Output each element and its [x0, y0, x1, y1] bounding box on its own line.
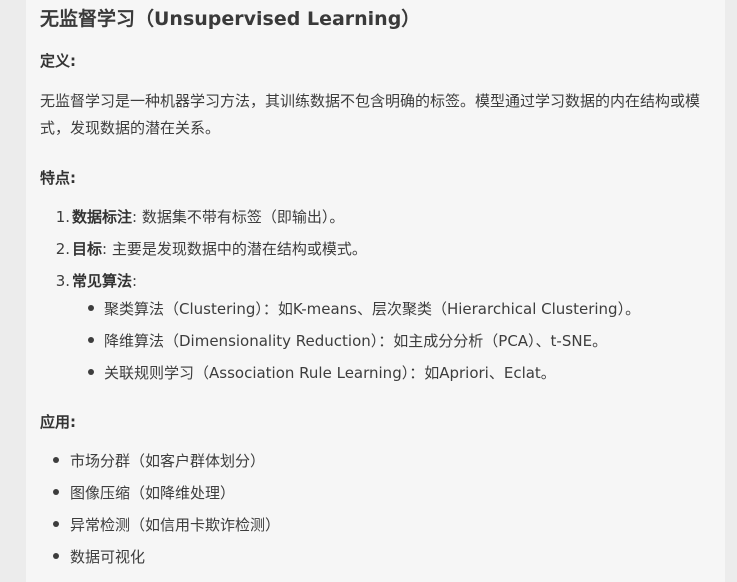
application-text: 市场分群（如客户群体划分） — [70, 452, 266, 470]
application-text: 图像压缩（如降维处理） — [70, 484, 236, 502]
application-item: 市场分群（如客户群体划分） — [53, 450, 265, 471]
algorithm-item-dimensionality-reduction: 降维算法（Dimensionality Reduction）：如主成分分析（PC… — [88, 330, 607, 351]
list-number: 2. — [55, 240, 70, 258]
feature-term: 常见算法 — [72, 272, 133, 290]
feature-text: : 数据集不带有标签（即输出）。 — [132, 208, 345, 226]
algorithm-item-clustering: 聚类算法（Clustering）：如K-means、层次聚类（Hierarchi… — [88, 298, 640, 319]
application-item: 异常检测（如信用卡欺诈检测） — [53, 514, 280, 535]
list-number: 3. — [55, 272, 70, 290]
algorithm-text: 聚类算法（Clustering）：如K-means、层次聚类（Hierarchi… — [104, 300, 641, 318]
bullet-dot — [88, 368, 94, 375]
list-number: 1. — [55, 208, 70, 226]
feature-item-goal: 2. 目标: 主要是发现数据中的潜在结构或模式。 — [40, 238, 367, 259]
applications-heading: 应用: — [40, 413, 76, 431]
bullet-dot — [88, 336, 94, 343]
bullet-dot — [53, 520, 59, 527]
content-card: 无监督学习（Unsupervised Learning） 定义: 无监督学习是一… — [26, 0, 725, 582]
feature-term: 目标 — [72, 240, 103, 258]
application-text: 数据可视化 — [70, 548, 146, 566]
feature-item-algorithms: 3. 常见算法: — [40, 270, 137, 291]
bullet-dot — [53, 456, 59, 463]
definition-paragraph: 无监督学习是一种机器学习方法，其训练数据不包含明确的标签。模型通过学习数据的内在… — [40, 92, 701, 137]
algorithm-text: 关联规则学习（Association Rule Learning）：如Aprio… — [104, 364, 556, 382]
definition-heading: 定义: — [40, 52, 76, 70]
algorithm-text: 降维算法（Dimensionality Reduction）：如主成分分析（PC… — [104, 332, 608, 350]
bullet-dot — [88, 304, 94, 311]
application-item: 数据可视化 — [53, 546, 145, 567]
feature-term: 数据标注 — [72, 208, 133, 226]
application-item: 图像压缩（如降维处理） — [53, 482, 235, 503]
bullet-dot — [53, 552, 59, 559]
feature-item-labeling: 1. 数据标注: 数据集不带有标签（即输出）。 — [40, 206, 345, 227]
bullet-dot — [53, 488, 59, 495]
page-title: 无监督学习（Unsupervised Learning） — [40, 8, 421, 30]
feature-text: : — [132, 272, 138, 290]
features-heading: 特点: — [40, 169, 76, 187]
application-text: 异常检测（如信用卡欺诈检测） — [70, 516, 281, 534]
feature-text: : 主要是发现数据中的潜在结构或模式。 — [102, 240, 367, 258]
algorithm-item-association-rules: 关联规则学习（Association Rule Learning）：如Aprio… — [88, 362, 556, 383]
